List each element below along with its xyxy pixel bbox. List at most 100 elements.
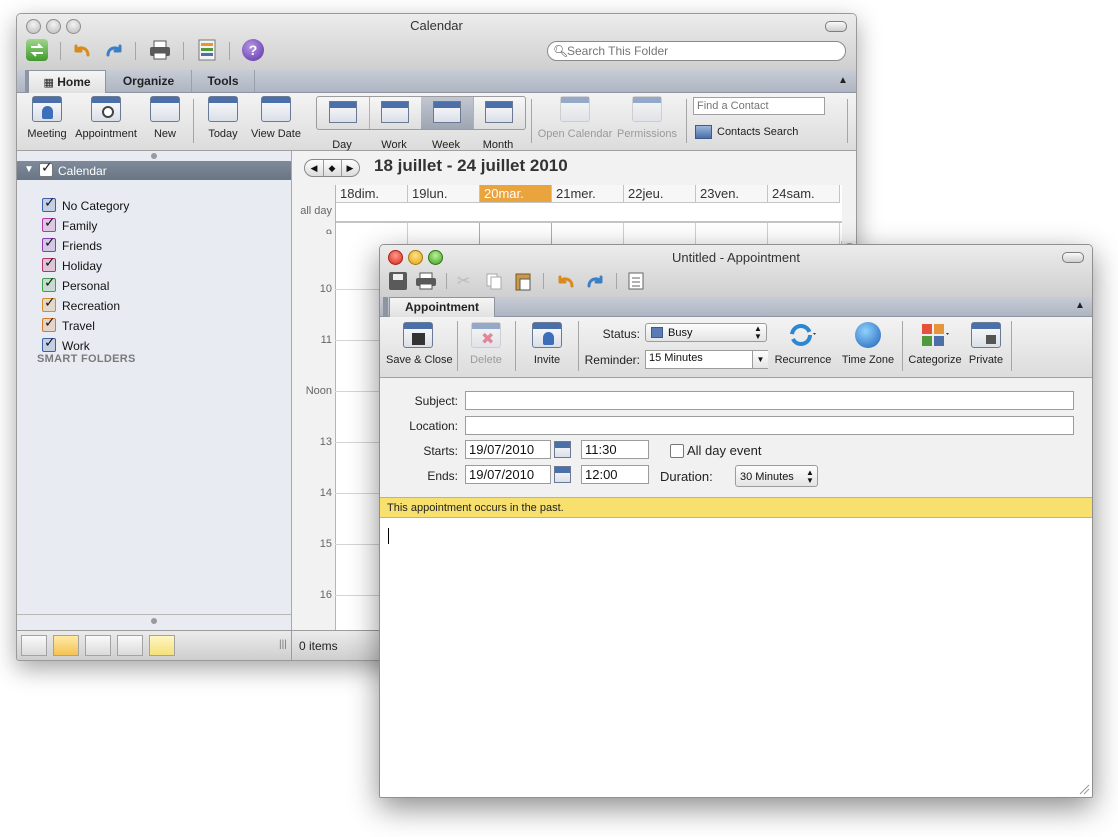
location-input[interactable] [465,416,1074,435]
month-view-label[interactable]: Month [472,139,524,151]
category-checkbox[interactable]: ✓ [42,194,56,212]
mail-view-icon[interactable] [21,635,47,656]
start-date-picker-icon[interactable] [553,440,572,459]
invite-button[interactable]: Invite [523,322,571,366]
recurrence-button[interactable]: Recurrence [774,322,832,366]
paste-icon[interactable] [513,271,533,291]
collapse-ribbon-icon[interactable]: ▲ [834,72,852,90]
month-view-button[interactable] [473,97,525,129]
category-item[interactable]: ✓ Holiday [42,254,282,276]
copy-icon[interactable] [485,272,503,290]
duration-select[interactable]: 30 Minutes ▲ ▼ [735,465,818,487]
redo-icon[interactable] [102,39,126,61]
work-week-view-button[interactable] [369,97,422,129]
end-date-picker-icon[interactable] [553,465,572,484]
category-checkbox[interactable]: ✓ [42,294,56,312]
all-day-checkbox[interactable] [670,444,684,458]
calendar-view-icon[interactable] [53,635,79,656]
search-field[interactable]: 🔍︎ [547,41,846,61]
contacts-view-icon[interactable] [85,635,111,656]
all-day-row[interactable] [336,203,842,223]
calendar-checkbox[interactable]: ✓ [39,159,53,177]
new-button[interactable]: New [143,96,187,140]
reminder-combo[interactable]: 15 Minutes ▼ [645,350,768,369]
undo-icon[interactable] [70,39,94,61]
collapse-ribbon-icon[interactable]: ▲ [1071,297,1089,315]
day-view-label[interactable]: Day [316,139,368,151]
save-close-button[interactable]: Save & Close [386,322,453,366]
next-week-icon[interactable]: ▶ [341,160,359,176]
splitter-handle[interactable] [151,153,157,159]
delete-button[interactable]: ✖ Delete [464,322,508,366]
week-view-label[interactable]: Week [420,139,472,151]
meeting-button[interactable]: Meeting [27,96,67,140]
today-diamond-icon[interactable]: ◆ [323,160,342,176]
cut-icon[interactable]: ✂ [457,271,477,291]
form-icon[interactable] [627,271,645,291]
categories-icon[interactable] [196,39,218,61]
view-date-button[interactable]: View Date [249,96,303,140]
resize-handle-icon[interactable] [1078,783,1090,795]
week-view-button[interactable] [421,97,474,129]
toolbar-toggle-button[interactable] [825,21,847,32]
send-receive-icon[interactable] [26,39,48,61]
permissions-button[interactable]: Permissions [615,96,679,140]
category-item[interactable]: ✓ No Category [42,194,282,216]
appointment-button[interactable]: Appointment [73,96,139,140]
category-item[interactable]: ✓ Travel [42,314,282,336]
previous-week-icon[interactable]: ◀ [305,160,324,176]
contacts-search-button[interactable]: Contacts Search [695,124,835,142]
start-time-input[interactable] [581,440,649,459]
day-header[interactable]: 22jeu. [624,185,696,203]
day-header[interactable]: 24sam. [768,185,840,203]
category-checkbox[interactable]: ✓ [42,254,56,272]
category-item[interactable]: ✓ Recreation [42,294,282,316]
print-icon[interactable] [148,39,172,61]
category-checkbox[interactable]: ✓ [42,234,56,252]
help-icon[interactable]: ? [242,39,264,61]
status-select[interactable]: Busy ▲ ▼ [645,323,767,342]
print-icon[interactable] [415,271,437,291]
disclosure-triangle-icon[interactable]: ▼ [24,164,34,175]
find-contact-input[interactable] [694,98,825,114]
search-input[interactable] [567,42,837,60]
start-date-input[interactable] [465,440,551,459]
category-checkbox[interactable]: ✓ [42,274,56,292]
open-calendar-button[interactable]: Open Calendar [535,96,615,140]
redo-icon[interactable] [583,270,607,292]
day-header[interactable]: 19lun. [408,185,480,203]
tasks-view-icon[interactable] [117,635,143,656]
day-header[interactable]: 21mer. [552,185,624,203]
find-contact-field[interactable] [693,97,825,115]
day-header[interactable]: 23ven. [696,185,768,203]
tab-home[interactable]: ▦ Home [28,70,106,93]
toolbar-toggle-button[interactable] [1062,252,1084,263]
subject-input[interactable] [465,391,1074,410]
splitter-handle[interactable] [151,618,157,624]
category-checkbox[interactable]: ✓ [42,214,56,232]
tab-appointment[interactable]: Appointment [389,297,495,317]
end-time-input[interactable] [581,465,649,484]
day-header[interactable]: 20mar. [480,185,552,203]
work-view-label[interactable]: Work [368,139,420,151]
day-view-button[interactable] [317,97,370,129]
undo-icon[interactable] [554,270,578,292]
category-item[interactable]: ✓ Family [42,214,282,236]
category-checkbox[interactable]: ✓ [42,334,56,352]
resize-grip-icon[interactable]: ||| [279,639,287,650]
categorize-button[interactable]: Categorize [906,322,964,366]
private-button[interactable]: Private [966,322,1006,366]
today-button[interactable]: Today [203,96,243,140]
notes-view-icon[interactable] [149,635,175,656]
time-zone-button[interactable]: Time Zone [840,322,896,366]
end-date-input[interactable] [465,465,551,484]
category-item[interactable]: ✓ Personal [42,274,282,296]
tab-organize[interactable]: Organize [106,70,192,92]
calendar-folder-row[interactable]: ▼ ✓ Calendar [17,159,291,180]
notes-body[interactable] [380,519,1092,797]
save-icon[interactable] [389,272,407,290]
dropdown-arrow-icon[interactable]: ▼ [752,351,768,368]
tab-tools[interactable]: Tools [192,70,255,92]
day-header[interactable]: 18dim. [336,185,408,203]
category-checkbox[interactable]: ✓ [42,314,56,332]
